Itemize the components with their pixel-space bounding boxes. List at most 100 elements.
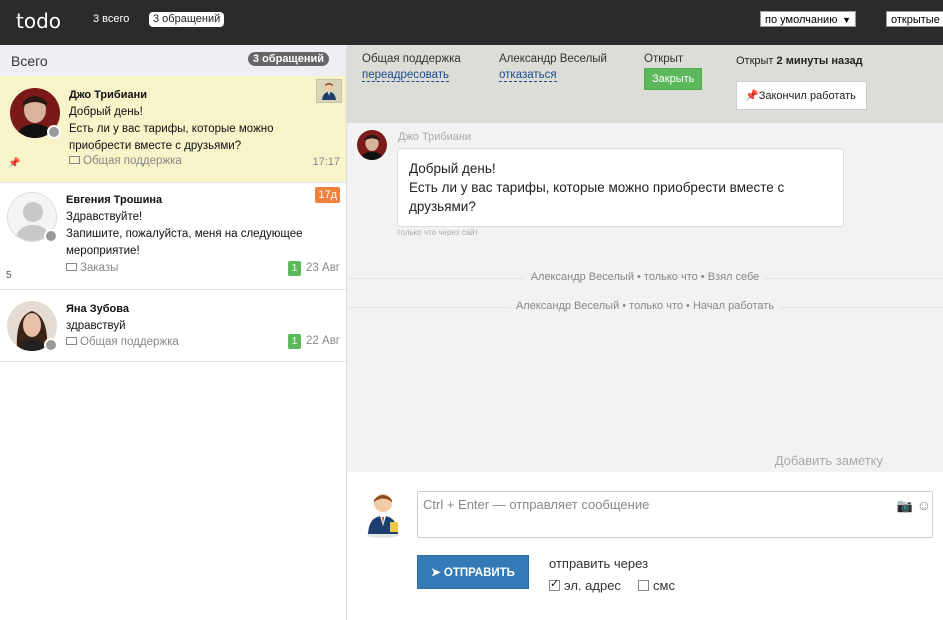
- pin-icon: 📌: [745, 90, 759, 102]
- opened-time-value: 2 минуты назад: [776, 55, 863, 67]
- sms-option[interactable]: смс: [638, 578, 675, 593]
- message-date: 23 Авг: [306, 262, 340, 274]
- event-text: Александр Веселый • только что • Начал р…: [509, 300, 781, 312]
- channel-label: Общая поддержка: [69, 155, 182, 167]
- agent-avatar-icon: [363, 490, 403, 538]
- requests-filter-badge[interactable]: 3 обращений: [149, 12, 225, 27]
- unread-count-badge: 1: [288, 261, 302, 276]
- email-option[interactable]: эл. адрес: [549, 577, 621, 593]
- contact-name: Джо Трибиани: [69, 89, 147, 101]
- chevron-down-icon: ▼: [842, 15, 851, 25]
- message-bubble: Добрый день! Есть ли у вас тарифы, котор…: [397, 148, 844, 227]
- message-input-placeholder: Ctrl + Enter — отправляет сообщение: [423, 497, 650, 512]
- decline-link[interactable]: отказаться: [499, 69, 557, 82]
- conversation-list-panel: Всего 3 обращений Джо Трибиани Добрый де…: [0, 45, 347, 620]
- channel-name: Общая поддержка: [83, 155, 182, 167]
- conversation-item[interactable]: Яна Зубова здравствуй Общая поддержка 12…: [0, 290, 346, 362]
- avatar: [7, 301, 58, 352]
- composer: Ctrl + Enter — отправляет сообщение 📷 ☺ …: [347, 472, 943, 620]
- status-dot: [44, 229, 58, 243]
- agent-icon: [322, 83, 336, 100]
- message-date-wrap: 1 22 Авг: [288, 334, 340, 349]
- message-time: 17:17: [312, 156, 340, 168]
- camera-icon[interactable]: 📷: [897, 498, 913, 513]
- finish-work-label: Закончил работать: [758, 90, 856, 102]
- smiley-icon[interactable]: ☺: [917, 497, 931, 513]
- status-select-value: открытые: [891, 14, 940, 26]
- status-dot: [44, 338, 58, 352]
- envelope-icon: [66, 337, 77, 345]
- contact-name: Яна Зубова: [66, 303, 129, 315]
- status-label: Открыт: [644, 53, 684, 65]
- message-preview-line: мероприятие!: [66, 245, 140, 257]
- conversation-item[interactable]: Джо Трибиани Добрый день! Есть ли у вас …: [0, 76, 346, 183]
- send-button-label: ОТПРАВИТЬ: [443, 567, 515, 579]
- agent-info: Александр Веселый отказаться: [499, 53, 607, 82]
- message-preview-line: Запишите, пожалуйста, меня на следующее: [66, 228, 303, 240]
- message-preview-line: здравствуй: [66, 320, 126, 332]
- channel-name: Общая поддержка: [80, 336, 179, 348]
- finish-work-button[interactable]: 📌Закончил работать: [736, 81, 867, 110]
- send-via-label: отправить через: [549, 556, 649, 571]
- app-logo[interactable]: todo: [16, 9, 61, 33]
- message-line: друзьями?: [409, 199, 476, 214]
- contact-name: Евгения Трошина: [66, 194, 163, 206]
- assign-agent-button[interactable]: [316, 79, 342, 103]
- avatar: [357, 130, 387, 160]
- chat-area: Джо Трибиани Добрый день! Есть ли у вас …: [347, 123, 943, 472]
- event-text: Александр Веселый • только что • Взял се…: [524, 271, 766, 283]
- top-bar: todo 3 всего 3 обращений по умолчанию ▼ …: [0, 0, 943, 45]
- message-preview: здравствуй: [66, 318, 316, 335]
- close-button[interactable]: Закрыть: [644, 68, 703, 90]
- add-note-link[interactable]: Добавить заметку: [775, 453, 883, 468]
- opened-prefix: Открыт: [736, 55, 774, 67]
- sort-select[interactable]: по умолчанию ▼: [760, 11, 856, 27]
- sort-select-value: по умолчанию: [765, 14, 838, 26]
- channel-label: Заказы: [66, 262, 118, 274]
- conversation-list-header: Всего 3 обращений: [0, 45, 346, 76]
- unread-count-badge: 1: [288, 334, 302, 349]
- status-select[interactable]: открытые: [886, 11, 943, 27]
- forward-link[interactable]: переадресовать: [362, 69, 449, 82]
- message-preview: Добрый день! Есть ли у вас тарифы, котор…: [69, 104, 319, 155]
- email-checkbox[interactable]: [549, 577, 560, 591]
- channel-name: Заказы: [80, 262, 119, 274]
- message-preview-line: Здравствуйте!: [66, 211, 143, 223]
- sms-option-label: смс: [653, 578, 675, 593]
- paper-plane-icon: ➤: [431, 567, 441, 579]
- message-preview-line: Есть ли у вас тарифы, которые можно: [69, 123, 274, 135]
- status-info: Открыт Закрыть: [644, 53, 703, 90]
- message-preview: Здравствуйте! Запишите, пожалуйста, меня…: [66, 209, 316, 260]
- conversation-item[interactable]: Евгения Трошина 17д Здравствуйте! Запиши…: [0, 183, 346, 290]
- status-dot: [47, 125, 61, 139]
- message-line: Добрый день!: [409, 161, 496, 176]
- age-badge: 17д: [315, 187, 340, 203]
- channel-label: Общая поддержка: [362, 53, 461, 65]
- channel-label: Общая поддержка: [66, 336, 179, 348]
- envelope-icon: [69, 156, 80, 164]
- sms-checkbox[interactable]: [638, 580, 649, 591]
- list-title: Всего: [11, 53, 48, 69]
- avatar: [10, 88, 61, 139]
- composer-tools: 📷 ☺: [897, 497, 931, 514]
- opened-time: Открыт 2 минуты назад: [736, 55, 863, 67]
- total-count-link[interactable]: 3 всего: [93, 13, 129, 25]
- message-line: Есть ли у вас тарифы, которые можно прио…: [409, 180, 785, 195]
- channel-info: Общая поддержка переадресовать: [362, 53, 461, 82]
- conversation-panel: Общая поддержка переадресовать Александр…: [347, 45, 943, 620]
- message-preview-line: Добрый день!: [69, 106, 143, 118]
- email-option-label: эл. адрес: [564, 578, 621, 593]
- side-counter: 5: [6, 270, 12, 281]
- message-date: 22 Авг: [306, 335, 340, 347]
- conversation-info-bar: Общая поддержка переадресовать Александр…: [347, 45, 943, 123]
- message-input[interactable]: Ctrl + Enter — отправляет сообщение: [417, 491, 933, 538]
- send-button[interactable]: ➤ ОТПРАВИТЬ: [417, 555, 529, 589]
- pin-icon: 📌: [8, 158, 21, 169]
- message-author: Джо Трибиани: [398, 131, 472, 143]
- message-meta: только что через сайт: [397, 228, 479, 237]
- event-line: Александр Веселый • только что • Взял се…: [347, 271, 943, 283]
- message-preview-line: приобрести вместе с друзьями?: [69, 140, 242, 152]
- avatar: [7, 192, 58, 243]
- list-count-badge: 3 обращений: [247, 52, 329, 66]
- event-line: Александр Веселый • только что • Начал р…: [347, 300, 943, 312]
